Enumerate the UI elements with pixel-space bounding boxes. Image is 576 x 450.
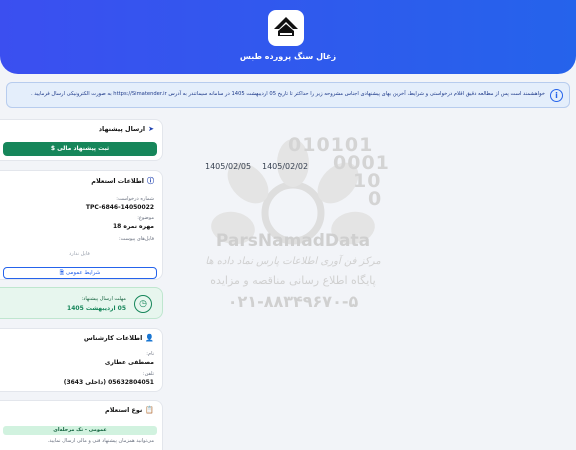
document-icon: 🗎 xyxy=(59,270,65,276)
inquiry-type-card: 📋نوع استعلام عمومی - تک مرحله‌ای می‌توان… xyxy=(0,400,163,450)
date-end: 1405/02/05 xyxy=(205,162,252,171)
no-file-text: فایل ندارد xyxy=(69,251,90,257)
inquiry-type-description: می‌توانید همزمان پیشنهاد فنی و مالی ارسا… xyxy=(47,438,154,444)
notice-banner: i خواهشمند است پس از مطالعه دقیق اقلام د… xyxy=(6,82,570,108)
watermark-line-2: پایگاه اطلاع رسانی مناقصه و مزایده xyxy=(210,274,376,287)
user-icon: 👤 xyxy=(145,334,154,342)
inquiry-card-title: اطلاعات استعلام xyxy=(91,177,144,185)
info-circle-icon: ⓘ xyxy=(147,177,154,185)
send-icon: ➤ xyxy=(148,125,154,133)
watermark-binary-4: 0 xyxy=(368,188,383,210)
submit-financial-offer-label: ثبت پیشنهاد مالی xyxy=(57,145,110,152)
offer-card: ➤ارسال پیشنهاد $ ثبت پیشنهاد مالی xyxy=(0,119,163,161)
inquiry-type-badge: عمومی - تک مرحله‌ای xyxy=(3,426,157,435)
company-logo xyxy=(268,10,304,46)
header-banner: زغال سنگ پرورده طبس xyxy=(0,0,576,74)
money-icon: $ xyxy=(50,145,55,152)
watermark-phone: ۰۲۱-۸۸۳۴۹۶۷۰-۵ xyxy=(227,292,359,311)
inquiry-type-title: نوع استعلام xyxy=(105,406,143,414)
expert-phone-value: 05632804051 (داخلی 3643) xyxy=(63,379,154,386)
general-terms-button[interactable]: 🗎 شرایط عمومی xyxy=(3,267,157,279)
attachments-label: فایل‌های پیوست: xyxy=(118,236,154,242)
request-number-value: TPC-6846-14050022 xyxy=(85,204,154,211)
request-number-label: شماره درخواست: xyxy=(116,196,154,202)
watermark-line-1: مرکز فن آوری اطلاعات پارس نماد داده ها xyxy=(205,256,381,267)
offer-card-title: ارسال پیشنهاد xyxy=(98,125,146,133)
submit-financial-offer-button[interactable]: $ ثبت پیشنهاد مالی xyxy=(3,142,157,156)
company-name: زغال سنگ پرورده طبس xyxy=(239,52,337,61)
expert-phone-label: تلفن: xyxy=(142,371,154,377)
notice-text: خواهشمند است پس از مطالعه دقیق اقلام درخ… xyxy=(30,91,545,97)
inquiry-info-card: ⓘاطلاعات استعلام شماره درخواست: TPC-6846… xyxy=(0,170,163,280)
general-terms-label: شرایط عمومی xyxy=(65,270,101,276)
expert-info-card: 👤اطلاعات کارشناس نام: مصطفی عطاری تلفن: … xyxy=(0,328,163,392)
deadline-date: 05 اردیبهشت 1405 xyxy=(67,305,126,312)
watermark: 010101 0001 10 0 ParsNamadData مرکز فن آ… xyxy=(188,128,398,323)
subject-value: مهره نمره 18 xyxy=(112,223,154,230)
deadline-box: ◷ مهلت ارسال پیشنهاد: 05 اردیبهشت 1405 xyxy=(0,287,163,319)
clipboard-icon: 📋 xyxy=(145,406,154,414)
info-icon: i xyxy=(550,89,563,102)
clock-icon: ◷ xyxy=(134,295,152,313)
date-start: 1405/02/02 xyxy=(262,162,309,171)
deadline-label: مهلت ارسال پیشنهاد: xyxy=(81,296,127,302)
subject-label: موضوع: xyxy=(137,215,154,221)
expert-name-label: نام: xyxy=(146,351,154,357)
watermark-brand: ParsNamadData xyxy=(215,231,371,251)
expert-name-value: مصطفی عطاری xyxy=(104,359,154,366)
mountain-logo-icon xyxy=(274,17,298,36)
expert-card-title: اطلاعات کارشناس xyxy=(83,334,143,342)
